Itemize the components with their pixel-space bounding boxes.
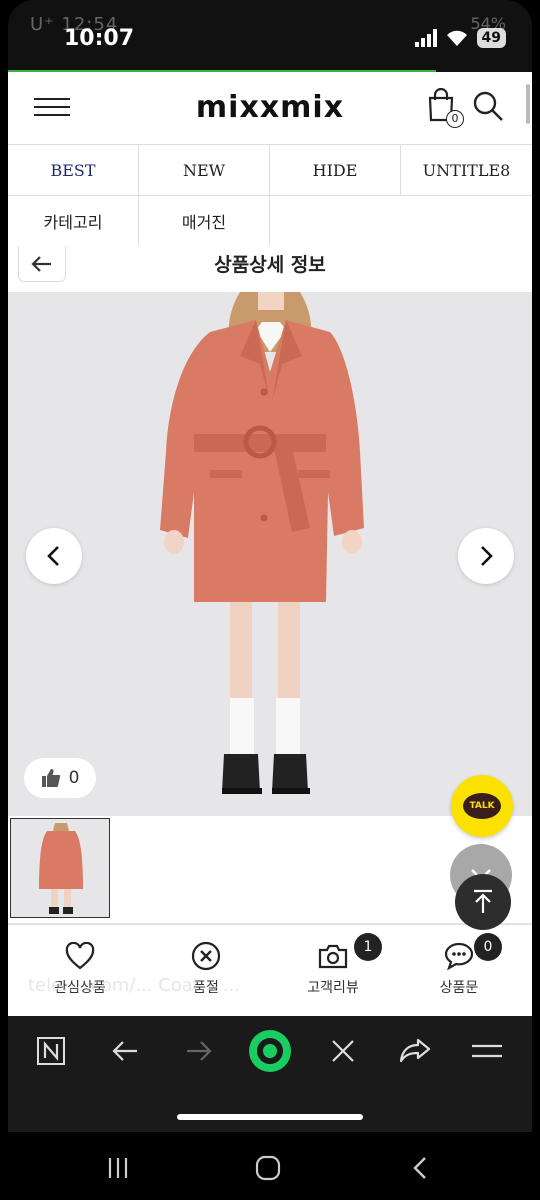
next-image-button[interactable] xyxy=(458,528,514,584)
signal-icon xyxy=(414,29,437,47)
home-button[interactable] xyxy=(248,1154,288,1182)
tab-hide[interactable]: HIDE xyxy=(270,145,401,195)
browser-home-button[interactable] xyxy=(248,1029,292,1073)
wifi-icon xyxy=(446,30,467,46)
model-in-coat-illustration xyxy=(160,292,364,794)
share-icon xyxy=(399,1038,431,1063)
search-button[interactable] xyxy=(472,90,506,124)
kakao-talk-icon: TALK xyxy=(463,793,501,819)
recent-apps-button[interactable] xyxy=(98,1154,138,1182)
ghost-status-left: U⁺ 12:54 xyxy=(30,14,119,35)
tab-new[interactable]: NEW xyxy=(139,145,270,195)
naver-button[interactable] xyxy=(34,1034,68,1068)
heart-icon xyxy=(65,942,95,970)
phone-screen: 10:07 49 U⁺ 12:54 54% mixxmix 0 BEST NEW… xyxy=(0,0,540,1200)
ghost-url-overlay: tele... .com/... Coat... ... xyxy=(28,975,240,996)
tab-category[interactable]: 카테고리 xyxy=(8,196,139,246)
browser-share-button[interactable] xyxy=(398,1034,432,1068)
reviews-action[interactable]: 고객리뷰 1 xyxy=(278,933,388,997)
product-action-bar: 관심상품 품절 고객리뷰 1 상품문 0 tele... .com/... Co… xyxy=(8,924,532,1016)
gesture-area xyxy=(8,1086,532,1132)
status-bar: 10:07 49 xyxy=(8,0,532,72)
qna-count-badge: 0 xyxy=(474,933,502,961)
forward-icon xyxy=(187,1041,212,1061)
menu-icon xyxy=(472,1044,502,1058)
cart-button[interactable]: 0 xyxy=(426,87,464,128)
thumbnail-image[interactable] xyxy=(10,818,110,918)
site-header: mixxmix 0 xyxy=(8,72,532,144)
cart-count-badge: 0 xyxy=(446,110,464,128)
arrow-up-icon xyxy=(474,889,492,913)
reviews-count-badge: 1 xyxy=(354,933,382,961)
ghost-status-right: 54% xyxy=(470,14,506,33)
prev-image-button[interactable] xyxy=(26,528,82,584)
camera-icon xyxy=(318,944,348,969)
browser-menu-button[interactable] xyxy=(470,1034,504,1068)
product-image[interactable]: 0 xyxy=(8,292,532,816)
thumbs-up-icon xyxy=(41,769,60,787)
chat-icon xyxy=(444,942,474,970)
reviews-label: 고객리뷰 xyxy=(307,980,359,996)
tab-best[interactable]: BEST xyxy=(8,145,139,195)
scrollbar[interactable] xyxy=(526,84,530,124)
like-count: 0 xyxy=(68,768,80,788)
search-icon xyxy=(473,91,503,121)
web-page: mixxmix 0 BEST NEW HIDE UNTITLE8 카테고리 매거… xyxy=(8,72,532,1016)
detail-subheader: 상품상세 정보 xyxy=(8,246,532,292)
x-circle-icon xyxy=(191,941,221,971)
tab-empty xyxy=(270,196,532,246)
home-icon xyxy=(249,1030,291,1072)
back-icon xyxy=(112,1041,137,1061)
n-icon xyxy=(37,1037,65,1065)
recent-apps-icon xyxy=(108,1158,128,1178)
product-qna-action[interactable]: 상품문 0 xyxy=(404,933,514,997)
system-navigation-bar xyxy=(0,1132,540,1200)
close-icon xyxy=(332,1040,354,1062)
back-chevron-icon xyxy=(413,1157,426,1179)
chevron-right-icon xyxy=(481,546,493,566)
browser-close-button[interactable] xyxy=(326,1034,360,1068)
browser-forward-button[interactable] xyxy=(182,1034,216,1068)
scroll-top-button[interactable] xyxy=(455,874,511,930)
gesture-handle[interactable] xyxy=(177,1114,363,1120)
kakao-talk-button[interactable]: TALK xyxy=(451,775,513,837)
browser-toolbar xyxy=(8,1016,532,1086)
browser-back-button[interactable] xyxy=(108,1034,142,1068)
category-tabs: BEST NEW HIDE UNTITLE8 카테고리 매거진 xyxy=(8,144,532,247)
back-nav-button[interactable] xyxy=(400,1154,440,1182)
tab-magazine[interactable]: 매거진 xyxy=(139,196,270,246)
page-title: 상품상세 정보 xyxy=(214,254,326,276)
home-circle-icon xyxy=(255,1155,281,1181)
tab-untitle8[interactable]: UNTITLE8 xyxy=(401,145,532,195)
chevron-left-icon xyxy=(47,546,59,566)
product-qna-label: 상품문 xyxy=(439,980,479,996)
thumbnail-model-illustration xyxy=(39,823,83,914)
like-button[interactable]: 0 xyxy=(24,758,96,798)
